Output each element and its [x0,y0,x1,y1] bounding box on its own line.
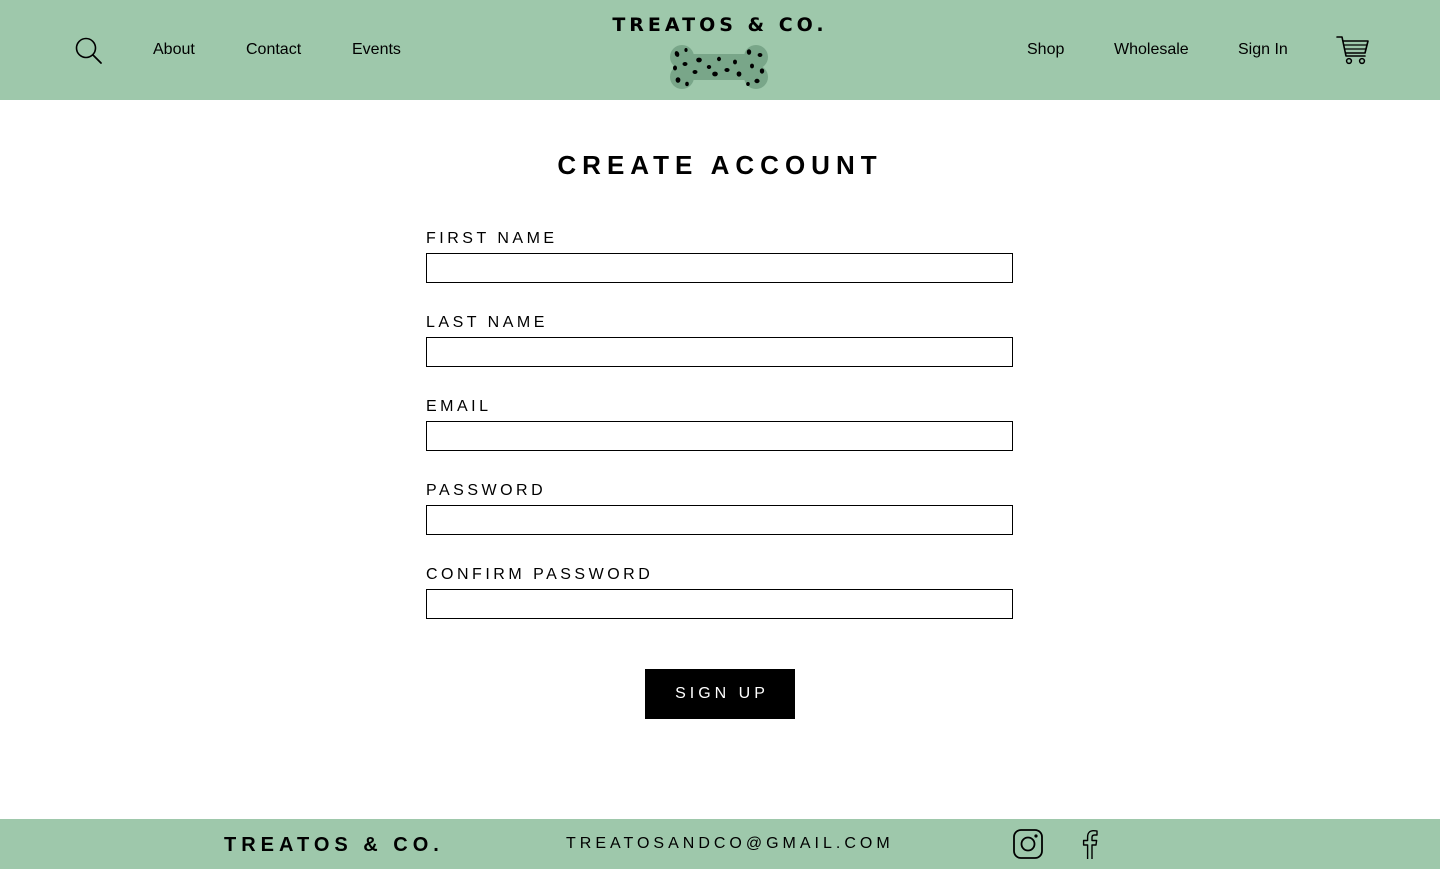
nav-contact[interactable]: Contact [246,40,301,60]
search-button[interactable] [74,36,104,66]
nav-wholesale[interactable]: Wholesale [1114,40,1189,60]
instagram-icon [1013,829,1043,859]
facebook-icon [1082,830,1098,859]
sign-up-button[interactable]: SIGN UP [645,669,795,719]
dog-bone-logo[interactable] [669,44,769,90]
confirm-password-label: CONFIRM PASSWORD [426,566,654,583]
password-input[interactable] [426,505,1013,535]
footer-email-link[interactable]: TREATOSANDCO@GMAIL.COM [566,834,894,854]
search-icon [75,37,102,64]
email-input[interactable] [426,421,1013,451]
facebook-link[interactable] [1074,828,1106,860]
instagram-link[interactable] [1012,828,1044,860]
site-header: About Contact Events TREATOS & CO. Shop … [0,0,1440,100]
last-name-input[interactable] [426,337,1013,367]
nav-about[interactable]: About [153,40,195,60]
nav-shop[interactable]: Shop [1027,40,1064,60]
brand-logo-text[interactable]: TREATOS & CO. [600,12,840,38]
cart-button[interactable] [1336,34,1370,66]
footer-brand: TREATOS & CO. [224,834,444,856]
confirm-password-input[interactable] [426,589,1013,619]
page-title: CREATE ACCOUNT [557,150,883,180]
first-name-label: FIRST NAME [426,230,558,247]
site-footer: TREATOS & CO. TREATOSANDCO@GMAIL.COM [0,819,1440,869]
email-label: EMAIL [426,398,492,415]
nav-sign-in[interactable]: Sign In [1238,40,1288,60]
first-name-input[interactable] [426,253,1013,283]
nav-events[interactable]: Events [352,40,401,60]
cart-icon [1336,36,1369,65]
password-label: PASSWORD [426,482,547,499]
last-name-label: LAST NAME [426,314,548,331]
